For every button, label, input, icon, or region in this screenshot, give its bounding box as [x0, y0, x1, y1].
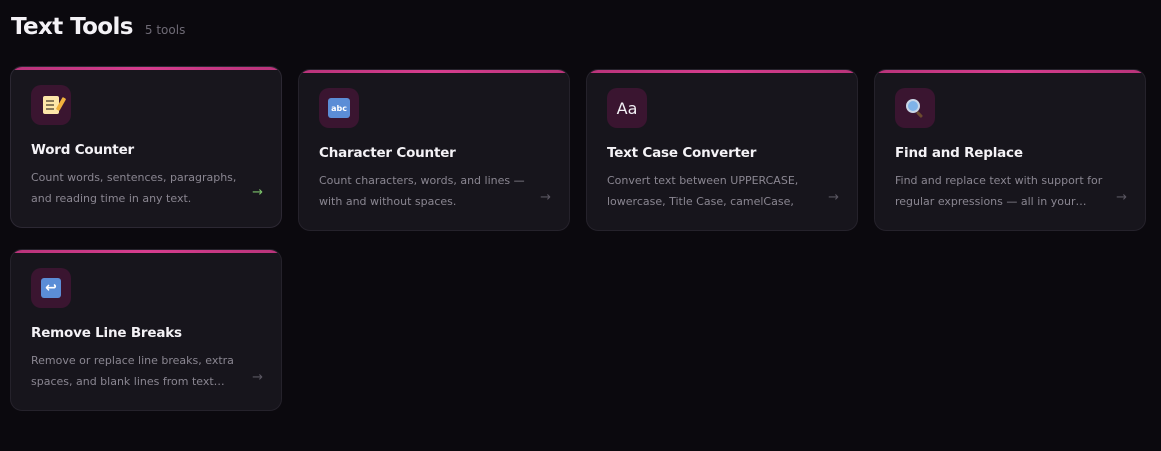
card-icon-container: abc: [319, 88, 359, 128]
card-title: Text Case Converter: [607, 145, 757, 161]
magnifier-icon: [906, 99, 924, 117]
card-accent-bar: [11, 250, 281, 253]
arrow-right-icon[interactable]: →: [252, 185, 263, 200]
card-title: Remove Line Breaks: [31, 325, 182, 341]
return-arrow-icon: ↩: [41, 278, 61, 298]
tool-card-remove-line-breaks[interactable]: ↩ Remove Line Breaks Remove or replace l…: [10, 249, 282, 411]
card-accent-bar: [11, 67, 281, 70]
card-icon-container: [31, 85, 71, 125]
memo-icon: [43, 96, 59, 114]
card-icon-container: Aa: [607, 88, 647, 128]
tool-count: 5 tools: [144, 23, 186, 37]
tool-card-find-and-replace[interactable]: Find and Replace Find and replace text w…: [874, 69, 1146, 231]
text-case-icon: Aa: [616, 98, 638, 118]
card-accent-bar: [299, 70, 569, 73]
card-description: Convert text between UPPERCASE, lowercas…: [607, 174, 799, 208]
tool-card-character-counter[interactable]: abc Character Counter Count characters, …: [298, 69, 570, 231]
arrow-right-icon[interactable]: →: [252, 370, 263, 385]
card-description: Count characters, words, and lines — wit…: [319, 174, 525, 208]
card-accent-bar: [587, 70, 857, 73]
card-title: Find and Replace: [895, 145, 1023, 161]
card-description: Find and replace text with support for r…: [895, 174, 1103, 208]
card-accent-bar: [875, 70, 1145, 73]
card-title: Word Counter: [31, 142, 134, 158]
card-icon-container: ↩: [31, 268, 71, 308]
abc-icon: abc: [328, 98, 350, 118]
card-description: Count words, sentences, paragraphs, and …: [31, 171, 237, 205]
tool-card-text-case-converter[interactable]: Aa Text Case Converter Convert text betw…: [586, 69, 858, 231]
page-header: Text Tools 5 tools: [11, 14, 185, 40]
card-title: Character Counter: [319, 145, 456, 161]
page-title: Text Tools: [11, 14, 133, 40]
arrow-right-icon[interactable]: →: [828, 190, 839, 205]
card-description: Remove or replace line breaks, extra spa…: [31, 354, 234, 388]
arrow-right-icon[interactable]: →: [540, 190, 551, 205]
card-icon-container: [895, 88, 935, 128]
tool-card-word-counter[interactable]: Word Counter Count words, sentences, par…: [10, 66, 282, 228]
arrow-right-icon[interactable]: →: [1116, 190, 1127, 205]
